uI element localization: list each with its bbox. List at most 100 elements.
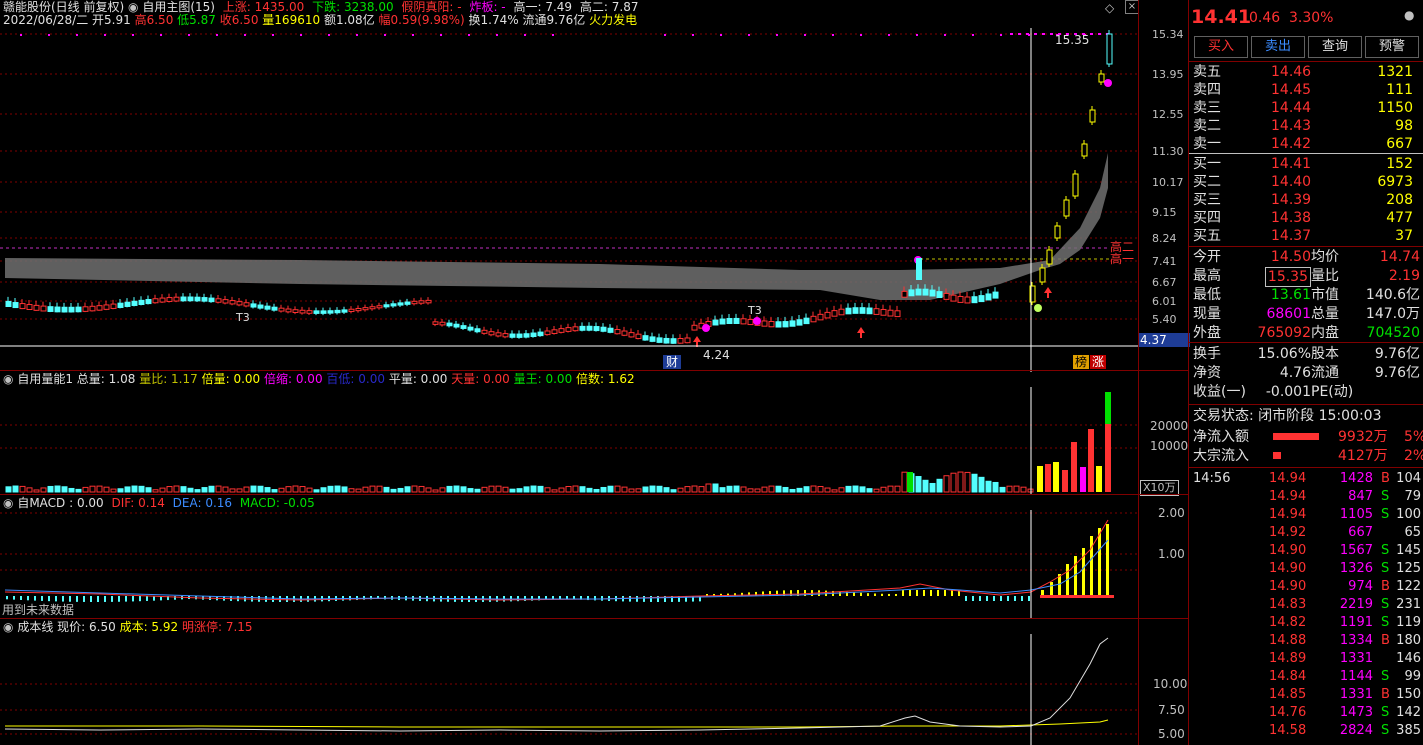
tick-row[interactable]: 14.88 1334 B 180 bbox=[1191, 632, 1423, 650]
kline-chart[interactable]: 15.34 13.95 12.55 11.30 10.17 9.15 8.24 7.41 6.6… bbox=[0, 28, 1188, 372]
badge-cai[interactable]: 财 bbox=[663, 355, 682, 369]
tick-row[interactable]: 14.83 2219 S 231 bbox=[1191, 596, 1423, 614]
tick-row[interactable]: 14.82 1191 S 119 bbox=[1191, 614, 1423, 632]
stat-row: 今开 14.50 均价 14.74 bbox=[1191, 248, 1423, 266]
diamond-icon[interactable]: ◇ bbox=[1105, 1, 1114, 15]
macd-title[interactable]: 自MACD : 0.00 bbox=[17, 496, 103, 510]
stat-value: 14.50 bbox=[1270, 249, 1311, 265]
dropdown-icon[interactable]: ◉ bbox=[128, 0, 138, 14]
volume-bar bbox=[33, 489, 40, 493]
candle bbox=[747, 318, 754, 326]
query-button[interactable]: 查询 bbox=[1308, 36, 1362, 58]
ask-row[interactable]: 卖三 14.44 1150 bbox=[1191, 99, 1423, 117]
candle bbox=[355, 307, 362, 312]
tick-row[interactable]: 14.90 1567 S 145 bbox=[1191, 542, 1423, 560]
tick-row[interactable]: 14.84 1144 S 99 bbox=[1191, 668, 1423, 686]
volume-chart[interactable] bbox=[0, 387, 1188, 495]
settings-icon[interactable]: ● bbox=[1404, 8, 1414, 22]
badge-zhang[interactable]: 涨 bbox=[1090, 355, 1107, 369]
candle bbox=[579, 325, 586, 331]
ask-row[interactable]: 卖一 14.42 667 bbox=[1191, 135, 1423, 153]
price-axis-label: 6.01 bbox=[1152, 295, 1177, 308]
tick-row[interactable]: 14.76 1473 S 142 bbox=[1191, 704, 1423, 722]
quote-change: 0.46 bbox=[1249, 10, 1281, 26]
tick-row[interactable]: 14:56 14.94 1428 B 104 bbox=[1191, 470, 1423, 488]
stat-label: 换手 bbox=[1193, 346, 1221, 362]
cost-mingzhangting: 明涨停: 7.15 bbox=[181, 620, 253, 634]
close-icon[interactable]: × bbox=[1125, 0, 1139, 14]
volume-bar bbox=[579, 486, 586, 493]
tick-row[interactable]: 14.90 1326 S 125 bbox=[1191, 560, 1423, 578]
indicator-name[interactable]: 自用主图(15) bbox=[142, 0, 215, 14]
candle bbox=[677, 338, 684, 344]
panel-dropdown-icon[interactable]: ◉ bbox=[3, 620, 13, 634]
candle bbox=[411, 300, 418, 305]
candle bbox=[782, 321, 789, 328]
tick-volume: 2824 bbox=[1339, 723, 1373, 738]
volume-bar bbox=[117, 488, 124, 493]
tick-row[interactable]: 14.89 1331 146 bbox=[1191, 650, 1423, 668]
volume-bar bbox=[866, 488, 873, 493]
volume-bar bbox=[852, 485, 859, 493]
candle bbox=[803, 317, 810, 325]
chart-area[interactable]: 赣能股份(日线 前复权) ◉ 自用主图(15) 上涨: 1435.00 下跌: … bbox=[0, 0, 1190, 745]
bid-row[interactable]: 买二 14.40 6973 bbox=[1191, 173, 1423, 191]
tick-row[interactable]: 14.90 974 B 122 bbox=[1191, 578, 1423, 596]
tick-row[interactable]: 14.58 2824 S 385 bbox=[1191, 722, 1423, 740]
bid-row[interactable]: 买三 14.39 208 bbox=[1191, 191, 1423, 209]
volume-bar bbox=[327, 485, 334, 493]
macd-bar bbox=[944, 590, 946, 596]
volume-bar bbox=[278, 487, 285, 493]
bid-row[interactable]: 买五 14.37 37 bbox=[1191, 227, 1423, 245]
volume-bar bbox=[299, 486, 306, 493]
volume-title[interactable]: 自用量能1 bbox=[17, 372, 73, 386]
candle bbox=[1039, 267, 1046, 283]
stat-value: -0.001 bbox=[1265, 384, 1311, 400]
alert-button[interactable]: 预警 bbox=[1365, 36, 1419, 58]
panel-dropdown-icon[interactable]: ◉ bbox=[3, 372, 13, 386]
cost-title[interactable]: 成本线 bbox=[17, 620, 53, 634]
tick-row[interactable]: 14.94 1105 S 100 bbox=[1191, 506, 1423, 524]
cost-chart[interactable] bbox=[0, 634, 1188, 745]
ask-row[interactable]: 卖五 14.46 1321 bbox=[1191, 63, 1423, 81]
signal-dot bbox=[524, 34, 526, 36]
bar-date: 2022/06/28/二 bbox=[3, 13, 89, 27]
sell-button[interactable]: 卖出 bbox=[1251, 36, 1305, 58]
ask-row[interactable]: 卖四 14.45 111 bbox=[1191, 81, 1423, 99]
high1-value: 高一: 7.49 bbox=[513, 0, 573, 14]
bid-row[interactable]: 买四 14.38 477 bbox=[1191, 209, 1423, 227]
candle bbox=[929, 289, 936, 297]
volume-bar bbox=[600, 486, 607, 493]
tick-price: 14.89 bbox=[1269, 651, 1307, 666]
tick-row[interactable]: 14.94 847 S 79 bbox=[1191, 488, 1423, 506]
badge-bang[interactable]: 榜 bbox=[1073, 355, 1090, 369]
tick-count: 145 bbox=[1396, 543, 1421, 558]
ask-price: 14.42 bbox=[1271, 136, 1312, 152]
signal-dot bbox=[944, 34, 946, 36]
tick-volume: 1473 bbox=[1339, 705, 1373, 720]
macd-chart[interactable] bbox=[0, 510, 1188, 618]
volume-bar bbox=[5, 486, 12, 493]
tick-volume: 1331 bbox=[1339, 687, 1373, 702]
panel-dropdown-icon[interactable]: ◉ bbox=[3, 496, 13, 510]
buy-button[interactable]: 买入 bbox=[1194, 36, 1248, 58]
stock-name[interactable]: 赣能股份(日线 前复权) bbox=[3, 0, 124, 14]
t3-label-2: T3 bbox=[748, 304, 762, 317]
candle bbox=[922, 288, 929, 296]
candle bbox=[208, 297, 215, 303]
volume-bar bbox=[593, 488, 600, 493]
tick-row[interactable]: 14.92 667 65 bbox=[1191, 524, 1423, 542]
tick-row[interactable]: 14.85 1331 B 150 bbox=[1191, 686, 1423, 704]
bar-change: 幅0.59(9.98%) bbox=[378, 13, 465, 27]
price-axis-label: 8.24 bbox=[1152, 232, 1177, 245]
bid-label: 买二 bbox=[1193, 174, 1221, 190]
tick-price: 14.94 bbox=[1269, 489, 1307, 504]
volume-bar bbox=[656, 485, 663, 493]
macd-bar bbox=[279, 596, 281, 602]
volume-bar bbox=[12, 485, 19, 493]
ask-row[interactable]: 卖二 14.43 98 bbox=[1191, 117, 1423, 135]
tick-price: 14.88 bbox=[1269, 633, 1307, 648]
bid-label: 买一 bbox=[1193, 156, 1221, 172]
stat-label: 流通 bbox=[1311, 365, 1339, 381]
bid-row[interactable]: 买一 14.41 152 bbox=[1191, 155, 1423, 173]
